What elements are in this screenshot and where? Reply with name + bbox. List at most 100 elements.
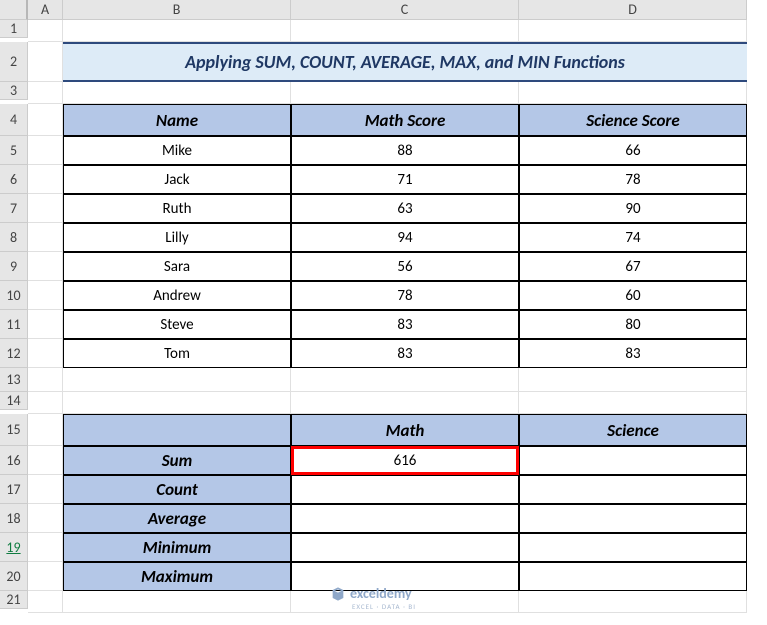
th-science[interactable]: Science Score — [519, 104, 747, 136]
cell-A6[interactable] — [28, 165, 63, 194]
row-header-1[interactable]: 1 — [0, 20, 28, 38]
cell-B21[interactable] — [63, 591, 291, 613]
cell-D13[interactable] — [519, 368, 747, 392]
row-header-15[interactable]: 15 — [0, 414, 28, 446]
cell-A11[interactable] — [28, 310, 63, 339]
cell-name-7[interactable]: Tom — [63, 339, 291, 368]
cell-sci-6[interactable]: 80 — [519, 310, 747, 339]
cell-math-5[interactable]: 78 — [291, 281, 519, 310]
cell-name-4[interactable]: Sara — [63, 252, 291, 281]
cell-name-2[interactable]: Ruth — [63, 194, 291, 223]
cell-B3[interactable] — [63, 82, 291, 104]
row-header-17[interactable]: 17 — [0, 475, 28, 504]
stat-label-min[interactable]: Minimum — [63, 533, 291, 562]
row-header-7[interactable]: 7 — [0, 194, 28, 223]
cell-A9[interactable] — [28, 252, 63, 281]
cell-sci-5[interactable]: 60 — [519, 281, 747, 310]
row-header-12[interactable]: 12 — [0, 339, 28, 368]
cell-math-6[interactable]: 83 — [291, 310, 519, 339]
row-header-18[interactable]: 18 — [0, 504, 28, 533]
cell-C3[interactable] — [291, 82, 519, 104]
th-name[interactable]: Name — [63, 104, 291, 136]
cell-A16[interactable] — [28, 446, 63, 475]
cell-math-4[interactable]: 56 — [291, 252, 519, 281]
cell-A5[interactable] — [28, 136, 63, 165]
row-header-16[interactable]: 16 — [0, 446, 28, 475]
cell-sci-2[interactable]: 90 — [519, 194, 747, 223]
cell-math-0[interactable]: 88 — [291, 136, 519, 165]
row-header-13[interactable]: 13 — [0, 368, 28, 392]
cell-A17[interactable] — [28, 475, 63, 504]
cell-name-5[interactable]: Andrew — [63, 281, 291, 310]
cell-A2[interactable] — [28, 42, 63, 82]
th-math[interactable]: Math Score — [291, 104, 519, 136]
cell-sci-4[interactable]: 67 — [519, 252, 747, 281]
cell-name-1[interactable]: Jack — [63, 165, 291, 194]
row-header-11[interactable]: 11 — [0, 310, 28, 339]
col-header-C[interactable]: C — [291, 0, 519, 20]
stat-avg-math[interactable] — [291, 504, 519, 533]
stat-label-average[interactable]: Average — [63, 504, 291, 533]
cell-name-0[interactable]: Mike — [63, 136, 291, 165]
stat-max-sci[interactable] — [519, 562, 747, 591]
cell-A12[interactable] — [28, 339, 63, 368]
stat-min-sci[interactable] — [519, 533, 747, 562]
row-header-10[interactable]: 10 — [0, 281, 28, 310]
row-header-8[interactable]: 8 — [0, 223, 28, 252]
cell-A8[interactable] — [28, 223, 63, 252]
row-header-6[interactable]: 6 — [0, 165, 28, 194]
row-header-21[interactable]: 21 — [0, 591, 28, 609]
th2-science[interactable]: Science — [519, 414, 747, 446]
cell-C14[interactable] — [291, 392, 519, 414]
cell-A21[interactable] — [28, 591, 63, 613]
cell-A14[interactable] — [28, 392, 63, 414]
th2-blank[interactable] — [63, 414, 291, 446]
col-header-D[interactable]: D — [519, 0, 747, 20]
stat-avg-sci[interactable] — [519, 504, 747, 533]
select-all-corner[interactable] — [0, 0, 28, 20]
cell-sci-1[interactable]: 78 — [519, 165, 747, 194]
cell-B1[interactable] — [63, 20, 291, 42]
cell-D21[interactable] — [519, 591, 747, 613]
cell-sci-3[interactable]: 74 — [519, 223, 747, 252]
row-header-4[interactable]: 4 — [0, 104, 28, 136]
row-header-9[interactable]: 9 — [0, 252, 28, 281]
cell-B14[interactable] — [63, 392, 291, 414]
col-header-A[interactable]: A — [28, 0, 63, 20]
cell-math-1[interactable]: 71 — [291, 165, 519, 194]
row-header-5[interactable]: 5 — [0, 136, 28, 165]
stat-sum-sci[interactable] — [519, 446, 747, 475]
cell-sci-7[interactable]: 83 — [519, 339, 747, 368]
cell-C1[interactable] — [291, 20, 519, 42]
cell-D3[interactable] — [519, 82, 747, 104]
cell-D14[interactable] — [519, 392, 747, 414]
cell-name-3[interactable]: Lilly — [63, 223, 291, 252]
stat-count-math[interactable] — [291, 475, 519, 504]
th2-math[interactable]: Math — [291, 414, 519, 446]
row-header-19[interactable]: 19 — [0, 533, 28, 562]
cell-A15[interactable] — [28, 414, 63, 446]
cell-math-7[interactable]: 83 — [291, 339, 519, 368]
row-header-2[interactable]: 2 — [0, 42, 28, 82]
cell-A7[interactable] — [28, 194, 63, 223]
cell-A20[interactable] — [28, 562, 63, 591]
stat-label-max[interactable]: Maximum — [63, 562, 291, 591]
stat-label-sum[interactable]: Sum — [63, 446, 291, 475]
cell-A19[interactable] — [28, 533, 63, 562]
row-header-14[interactable]: 14 — [0, 392, 28, 410]
stat-label-count[interactable]: Count — [63, 475, 291, 504]
cell-math-3[interactable]: 94 — [291, 223, 519, 252]
cell-A13[interactable] — [28, 368, 63, 392]
cell-A4[interactable] — [28, 104, 63, 136]
row-header-20[interactable]: 20 — [0, 562, 28, 591]
col-header-B[interactable]: B — [63, 0, 291, 20]
stat-count-sci[interactable] — [519, 475, 747, 504]
cell-A3[interactable] — [28, 82, 63, 104]
stat-min-math[interactable] — [291, 533, 519, 562]
cell-C13[interactable] — [291, 368, 519, 392]
cell-name-6[interactable]: Steve — [63, 310, 291, 339]
cell-A1[interactable] — [28, 20, 63, 42]
cell-math-2[interactable]: 63 — [291, 194, 519, 223]
cell-A10[interactable] — [28, 281, 63, 310]
cell-D1[interactable] — [519, 20, 747, 42]
